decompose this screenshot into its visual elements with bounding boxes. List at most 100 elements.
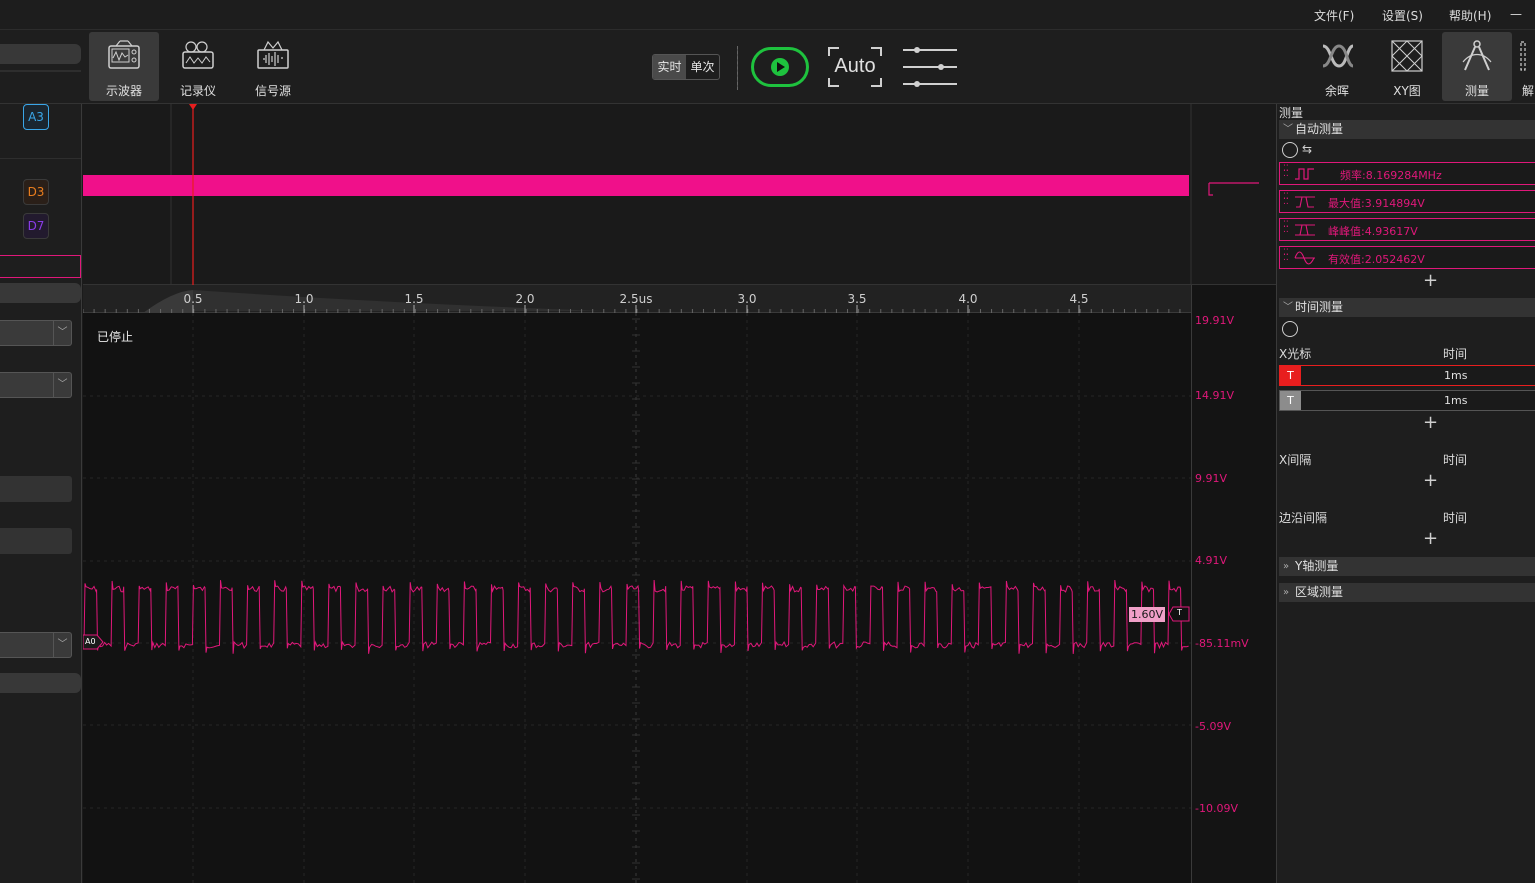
xy-plot-button[interactable]: XY图: [1372, 32, 1442, 101]
tick-label: 4.0: [958, 292, 978, 306]
peak-to-peak-value: 峰峰值:4.93617V: [1328, 225, 1418, 238]
region-measure-header[interactable]: » 区域测量: [1279, 583, 1535, 602]
swap-icon[interactable]: ⇆: [1302, 142, 1312, 156]
minimize-button[interactable]: —: [1510, 7, 1522, 21]
channel-selection-box[interactable]: [0, 255, 81, 278]
panel-section-bar[interactable]: [0, 283, 81, 303]
cursor-time-value[interactable]: 1ms: [1444, 394, 1467, 407]
filter-icon[interactable]: [1282, 142, 1298, 158]
signal-source-button[interactable]: 信号源: [238, 32, 308, 101]
cursor-tag: T: [1280, 366, 1301, 385]
cursor-row-2[interactable]: T 1ms: [1279, 390, 1535, 411]
menu-file[interactable]: 文件(F): [1314, 7, 1354, 24]
time-measure-title: 时间测量: [1295, 300, 1344, 314]
acquisition-status: 已停止: [97, 330, 134, 344]
scope-grid-canvas: [83, 313, 1191, 883]
cursor-row-1[interactable]: T 1ms: [1279, 365, 1535, 386]
chevron-right-icon: »: [1283, 587, 1290, 598]
auto-button[interactable]: Auto: [827, 46, 883, 88]
menu-settings[interactable]: 设置(S): [1382, 7, 1423, 24]
recorder-label: 记录仪: [179, 84, 216, 98]
measure-icon: [1462, 40, 1492, 71]
time-column-header: 时间: [1443, 511, 1468, 525]
measure-row-max[interactable]: ⁚⁚ ⁚⁚ 最大值:3.914894V: [1279, 190, 1535, 213]
drag-handle-icon[interactable]: ⁚⁚ ⁚⁚: [1283, 165, 1291, 181]
cursor-tag: T: [1280, 391, 1301, 410]
xy-plot-icon: [1391, 40, 1423, 72]
channel-dropdown-1[interactable]: ﹀: [0, 320, 72, 346]
drag-handle-icon[interactable]: ⁚⁚ ⁚⁚: [1283, 249, 1291, 265]
signal-source-label: 信号源: [254, 84, 291, 98]
add-edge-interval-button[interactable]: +: [1423, 528, 1438, 549]
oscilloscope-button[interactable]: 示波器: [89, 32, 159, 101]
menu-help[interactable]: 帮助(H): [1449, 7, 1491, 24]
scope-display[interactable]: A0 1.60V T: [83, 313, 1191, 883]
auto-measure-title: 自动测量: [1295, 122, 1344, 136]
drag-handle-icon[interactable]: ⁚⁚ ⁚⁚: [1283, 193, 1291, 209]
time-column-header: 时间: [1443, 347, 1468, 361]
tick-label: 3.0: [737, 292, 757, 306]
measure-label: 测量: [1464, 84, 1489, 98]
add-auto-measure-button[interactable]: +: [1423, 270, 1438, 291]
volt-label: 9.91V: [1195, 472, 1228, 485]
filter-icon[interactable]: [1282, 321, 1298, 337]
acquisition-mode-toggle: 实时 单次: [652, 54, 720, 80]
tick-label: 1.5: [404, 292, 424, 306]
persistence-label: 余晖: [1324, 84, 1349, 98]
decode-icon: [1520, 41, 1526, 71]
persistence-icon: [1322, 44, 1354, 68]
recorder-button[interactable]: 记录仪: [163, 32, 233, 101]
persistence-button[interactable]: 余晖: [1302, 32, 1372, 101]
channel-field-1[interactable]: [0, 476, 72, 502]
run-stop-button[interactable]: [751, 47, 809, 87]
panel-header-bar[interactable]: [0, 44, 81, 64]
channel-field-2[interactable]: [0, 528, 72, 554]
measure-button[interactable]: 测量: [1442, 32, 1512, 101]
oscilloscope-label: 示波器: [105, 84, 142, 98]
tick-label: 3.5: [847, 292, 867, 306]
add-cursor-button[interactable]: +: [1423, 412, 1438, 433]
channel-chip-d3[interactable]: D3: [23, 179, 49, 205]
mode-realtime-button[interactable]: 实时: [653, 55, 686, 79]
cursor-time-value[interactable]: 1ms: [1444, 369, 1467, 382]
volt-label: 4.91V: [1195, 554, 1228, 567]
peak-wave-icon: [1295, 224, 1315, 236]
channel-dropdown-3[interactable]: ﹀: [0, 632, 72, 658]
time-measure-header[interactable]: ﹀ 时间测量: [1279, 298, 1535, 317]
add-x-interval-button[interactable]: +: [1423, 470, 1438, 491]
auto-measure-header[interactable]: ﹀ 自动测量: [1279, 120, 1535, 139]
time-ruler[interactable]: 0.5 1.0 1.5 2.0 2.5us 3.0 3.5 4.0 4.5: [83, 285, 1191, 313]
rms-value: 有效值:2.052462V: [1328, 253, 1425, 266]
channel-dropdown-2[interactable]: ﹀: [0, 372, 72, 398]
panel-footer-bar[interactable]: [0, 673, 81, 693]
mode-single-button[interactable]: 单次: [686, 55, 719, 79]
play-icon: [771, 58, 789, 76]
chevron-down-icon: ﹀: [1283, 302, 1293, 313]
waveform-overview[interactable]: [83, 104, 1276, 285]
decode-button[interactable]: 解: [1512, 32, 1535, 101]
channel-chip-a3[interactable]: A3: [23, 104, 49, 130]
measure-row-frequency[interactable]: ⁚⁚ ⁚⁚ 频率:8.169284MHz: [1279, 162, 1535, 185]
volt-label: -10.09V: [1195, 802, 1238, 815]
overview-canvas: [83, 104, 1259, 285]
region-measure-title: 区域测量: [1295, 585, 1344, 599]
voltage-scale[interactable]: 19.91V 14.91V 9.91V 4.91V -85.11mV -5.09…: [1191, 285, 1276, 883]
tick-label: 4.5: [1069, 292, 1089, 306]
volt-label: 14.91V: [1195, 389, 1235, 402]
panel-divider: [0, 158, 81, 159]
tick-label: 2.5us: [619, 292, 653, 306]
decode-label: 解: [1522, 84, 1535, 98]
drag-handle-icon[interactable]: ⁚⁚ ⁚⁚: [1283, 221, 1291, 237]
channel-chip-d7[interactable]: D7: [23, 213, 49, 239]
square-wave-icon: [1295, 168, 1314, 180]
settings-sliders-button[interactable]: [901, 46, 959, 88]
y-measure-header[interactable]: » Y轴测量: [1279, 557, 1535, 576]
x-cursor-label: X光标: [1279, 347, 1312, 361]
measure-row-peak-to-peak[interactable]: ⁚⁚ ⁚⁚ 峰峰值:4.93617V: [1279, 218, 1535, 241]
oscilloscope-icon: [108, 40, 140, 69]
panel-title: 测量: [1279, 106, 1304, 120]
time-column-header: 时间: [1443, 453, 1468, 467]
max-value: 最大值:3.914894V: [1328, 197, 1425, 210]
measure-row-rms[interactable]: ⁚⁚ ⁚⁚ 有效值:2.052462V: [1279, 246, 1535, 269]
signal-source-icon: [257, 40, 289, 69]
